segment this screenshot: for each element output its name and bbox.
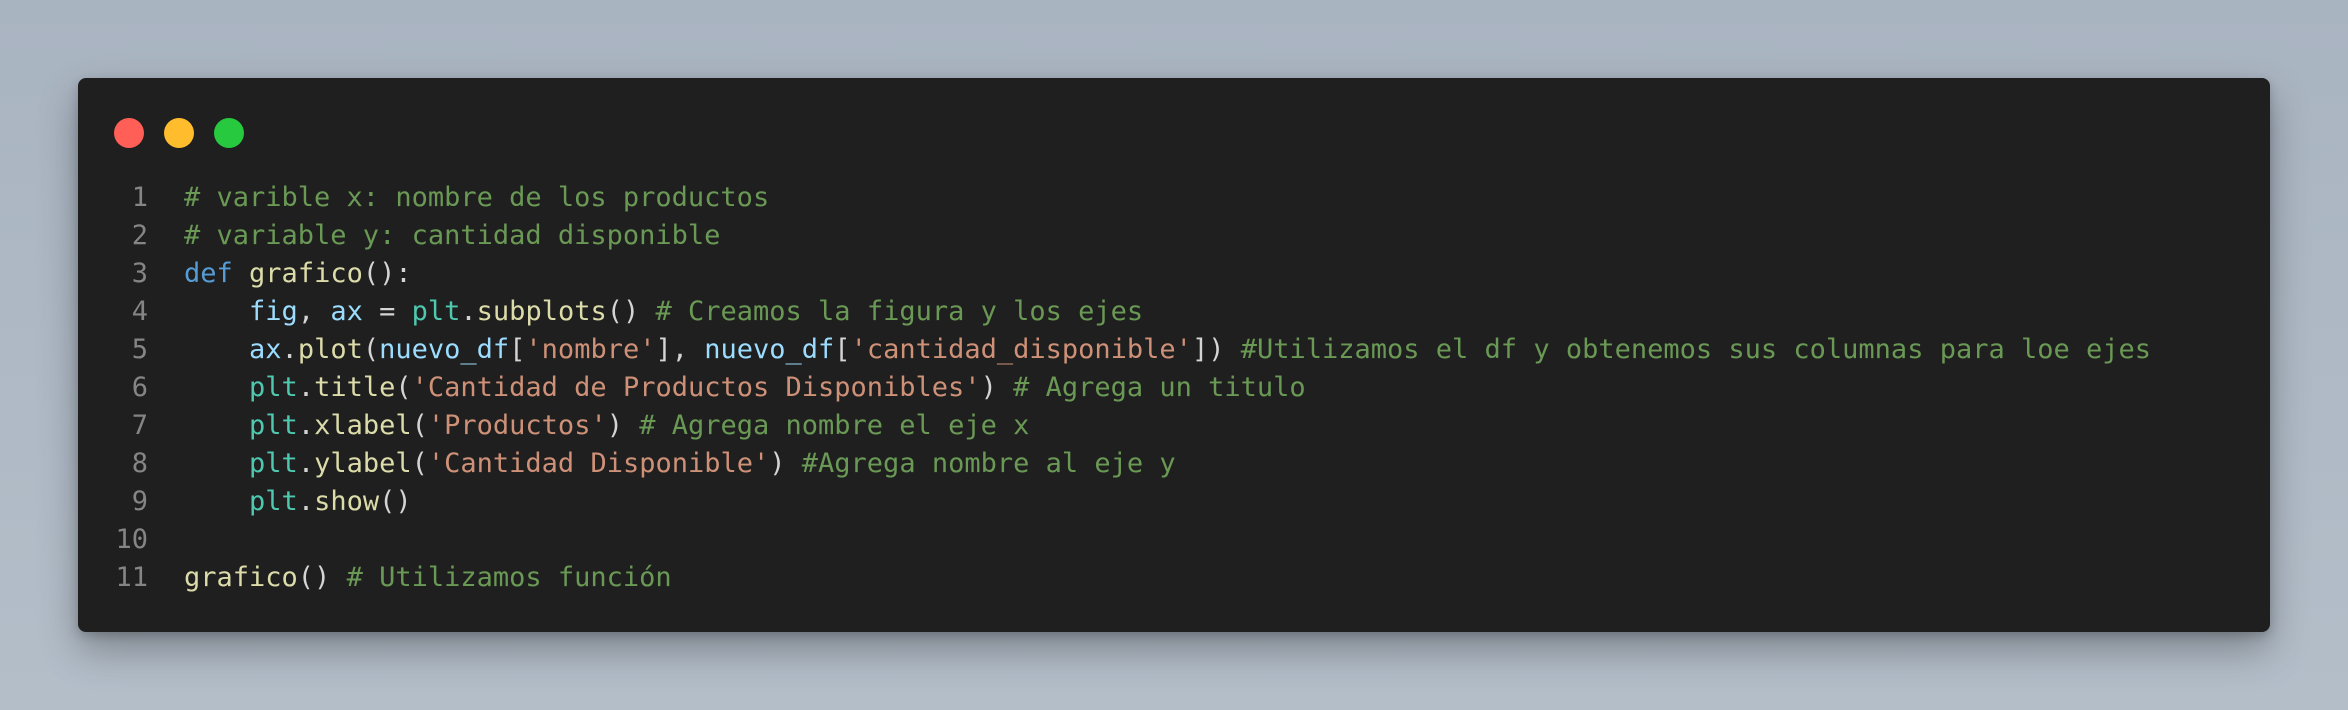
line-number: 11	[115, 562, 148, 593]
zoom-button[interactable]	[214, 118, 244, 148]
code-line: 7 plt.xlabel('Productos') # Agrega nombr…	[78, 407, 2270, 445]
code-token: ()	[297, 562, 347, 593]
line-number: 8	[131, 448, 148, 479]
line-source: # varible x: nombre de los productos	[184, 179, 769, 217]
line-source: fig, ax = plt.subplots() # Creamos la fi…	[184, 293, 1143, 331]
code-token: plt	[249, 486, 298, 517]
code-token: 'cantidad_disponible'	[850, 334, 1192, 365]
code-token: 'Cantidad de Productos Disponibles'	[411, 372, 981, 403]
code-token: # Agrega nombre el eje x	[639, 410, 1030, 441]
code-token: [	[509, 334, 526, 365]
line-source: plt.show()	[184, 483, 412, 521]
code-token: plt	[411, 296, 461, 327]
code-token: (	[411, 448, 428, 479]
code-token: plt	[249, 448, 298, 479]
code-token: 'Cantidad Disponible'	[427, 448, 770, 479]
line-source: def grafico():	[184, 255, 412, 293]
code-line: 10	[78, 521, 2270, 559]
code-token: show	[314, 486, 380, 517]
code-token: plt	[249, 410, 298, 441]
line-source: ax.plot(nuevo_df['nombre'], nuevo_df['ca…	[184, 331, 2151, 369]
code-token: 'Productos'	[427, 410, 607, 441]
code-token: ()	[379, 486, 412, 517]
code-token: [	[834, 334, 851, 365]
code-token: nuevo_df	[704, 334, 835, 365]
code-token: )	[606, 410, 640, 441]
line-number: 7	[131, 410, 148, 441]
code-token: .	[297, 448, 315, 479]
code-line: 4 fig, ax = plt.subplots() # Creamos la …	[78, 293, 2270, 331]
code-token: subplots	[476, 296, 607, 327]
code-line: 5 ax.plot(nuevo_df['nombre'], nuevo_df['…	[78, 331, 2270, 369]
code-token: .	[281, 334, 298, 365]
line-source: # variable y: cantidad disponible	[184, 217, 720, 255]
code-line: 9 plt.show()	[78, 483, 2270, 521]
code-line: 2 # variable y: cantidad disponible	[78, 217, 2270, 255]
code-token: .	[297, 486, 315, 517]
code-token: # Agrega un titulo	[1013, 372, 1306, 403]
line-number: 1	[131, 182, 148, 213]
code-token: (	[362, 334, 380, 365]
code-token: # Creamos la figura y los ejes	[655, 296, 1144, 327]
line-number: 6	[131, 372, 148, 403]
code-token: nuevo_df	[379, 334, 510, 365]
code-token: title	[314, 372, 396, 403]
code-token: ],	[655, 334, 705, 365]
code-token: def	[184, 258, 233, 289]
code-line: 11 grafico() # Utilizamos función	[78, 559, 2270, 597]
line-source: plt.ylabel('Cantidad Disponible') #Agreg…	[184, 445, 1176, 483]
line-number: 5	[131, 334, 148, 365]
line-number: 9	[131, 486, 148, 517]
code-window: 1 # varible x: nombre de los productos 2 # …	[78, 78, 2270, 632]
code-token: ():	[362, 258, 412, 289]
code-token: grafico	[184, 562, 298, 593]
code-token: ])	[1191, 334, 1241, 365]
line-number: 10	[115, 524, 148, 555]
code-token: (	[411, 410, 428, 441]
code-token: # varible x: nombre de los productos	[184, 182, 770, 213]
code-token: #Utilizamos el df y obtenemos sus column…	[1240, 334, 2152, 365]
code-token: ax	[249, 334, 282, 365]
code-token: xlabel	[314, 410, 412, 441]
code-token: # Utilizamos función	[346, 562, 672, 593]
code-token: .	[297, 372, 315, 403]
code-token: .	[297, 410, 315, 441]
line-number: 2	[131, 220, 148, 251]
line-number: 3	[131, 258, 148, 289]
code-token: plt	[249, 372, 298, 403]
code-token: )	[769, 448, 802, 479]
code-token: ,	[297, 296, 331, 327]
code-token: fig	[249, 296, 298, 327]
code-token: # variable y: cantidad disponible	[184, 220, 721, 251]
code-line: 8 plt.ylabel('Cantidad Disponible') #Agr…	[78, 445, 2270, 483]
line-number: 4	[131, 296, 148, 327]
minimize-button[interactable]	[164, 118, 194, 148]
code-token: .	[460, 296, 477, 327]
code-block: 1 # varible x: nombre de los productos 2 # …	[78, 179, 2270, 597]
code-token: (	[395, 372, 412, 403]
line-source: grafico() # Utilizamos función	[184, 559, 672, 597]
line-source: plt.xlabel('Productos') # Agrega nombre …	[184, 407, 1029, 445]
code-line: 3 def grafico():	[78, 255, 2270, 293]
code-token: plot	[297, 334, 363, 365]
code-token: #Agrega nombre al eje y	[801, 448, 1176, 479]
line-source: plt.title('Cantidad de Productos Disponi…	[184, 369, 1306, 407]
code-token: 'nombre'	[525, 334, 656, 365]
code-token: ax	[330, 296, 363, 327]
code-token: )	[980, 372, 1014, 403]
code-token: ()	[606, 296, 656, 327]
code-line: 6 plt.title('Cantidad de Productos Dispo…	[78, 369, 2270, 407]
close-button[interactable]	[114, 118, 144, 148]
code-line: 1 # varible x: nombre de los productos	[78, 179, 2270, 217]
code-token: ylabel	[314, 448, 412, 479]
code-token: =	[362, 296, 412, 327]
code-token: grafico	[249, 258, 363, 289]
